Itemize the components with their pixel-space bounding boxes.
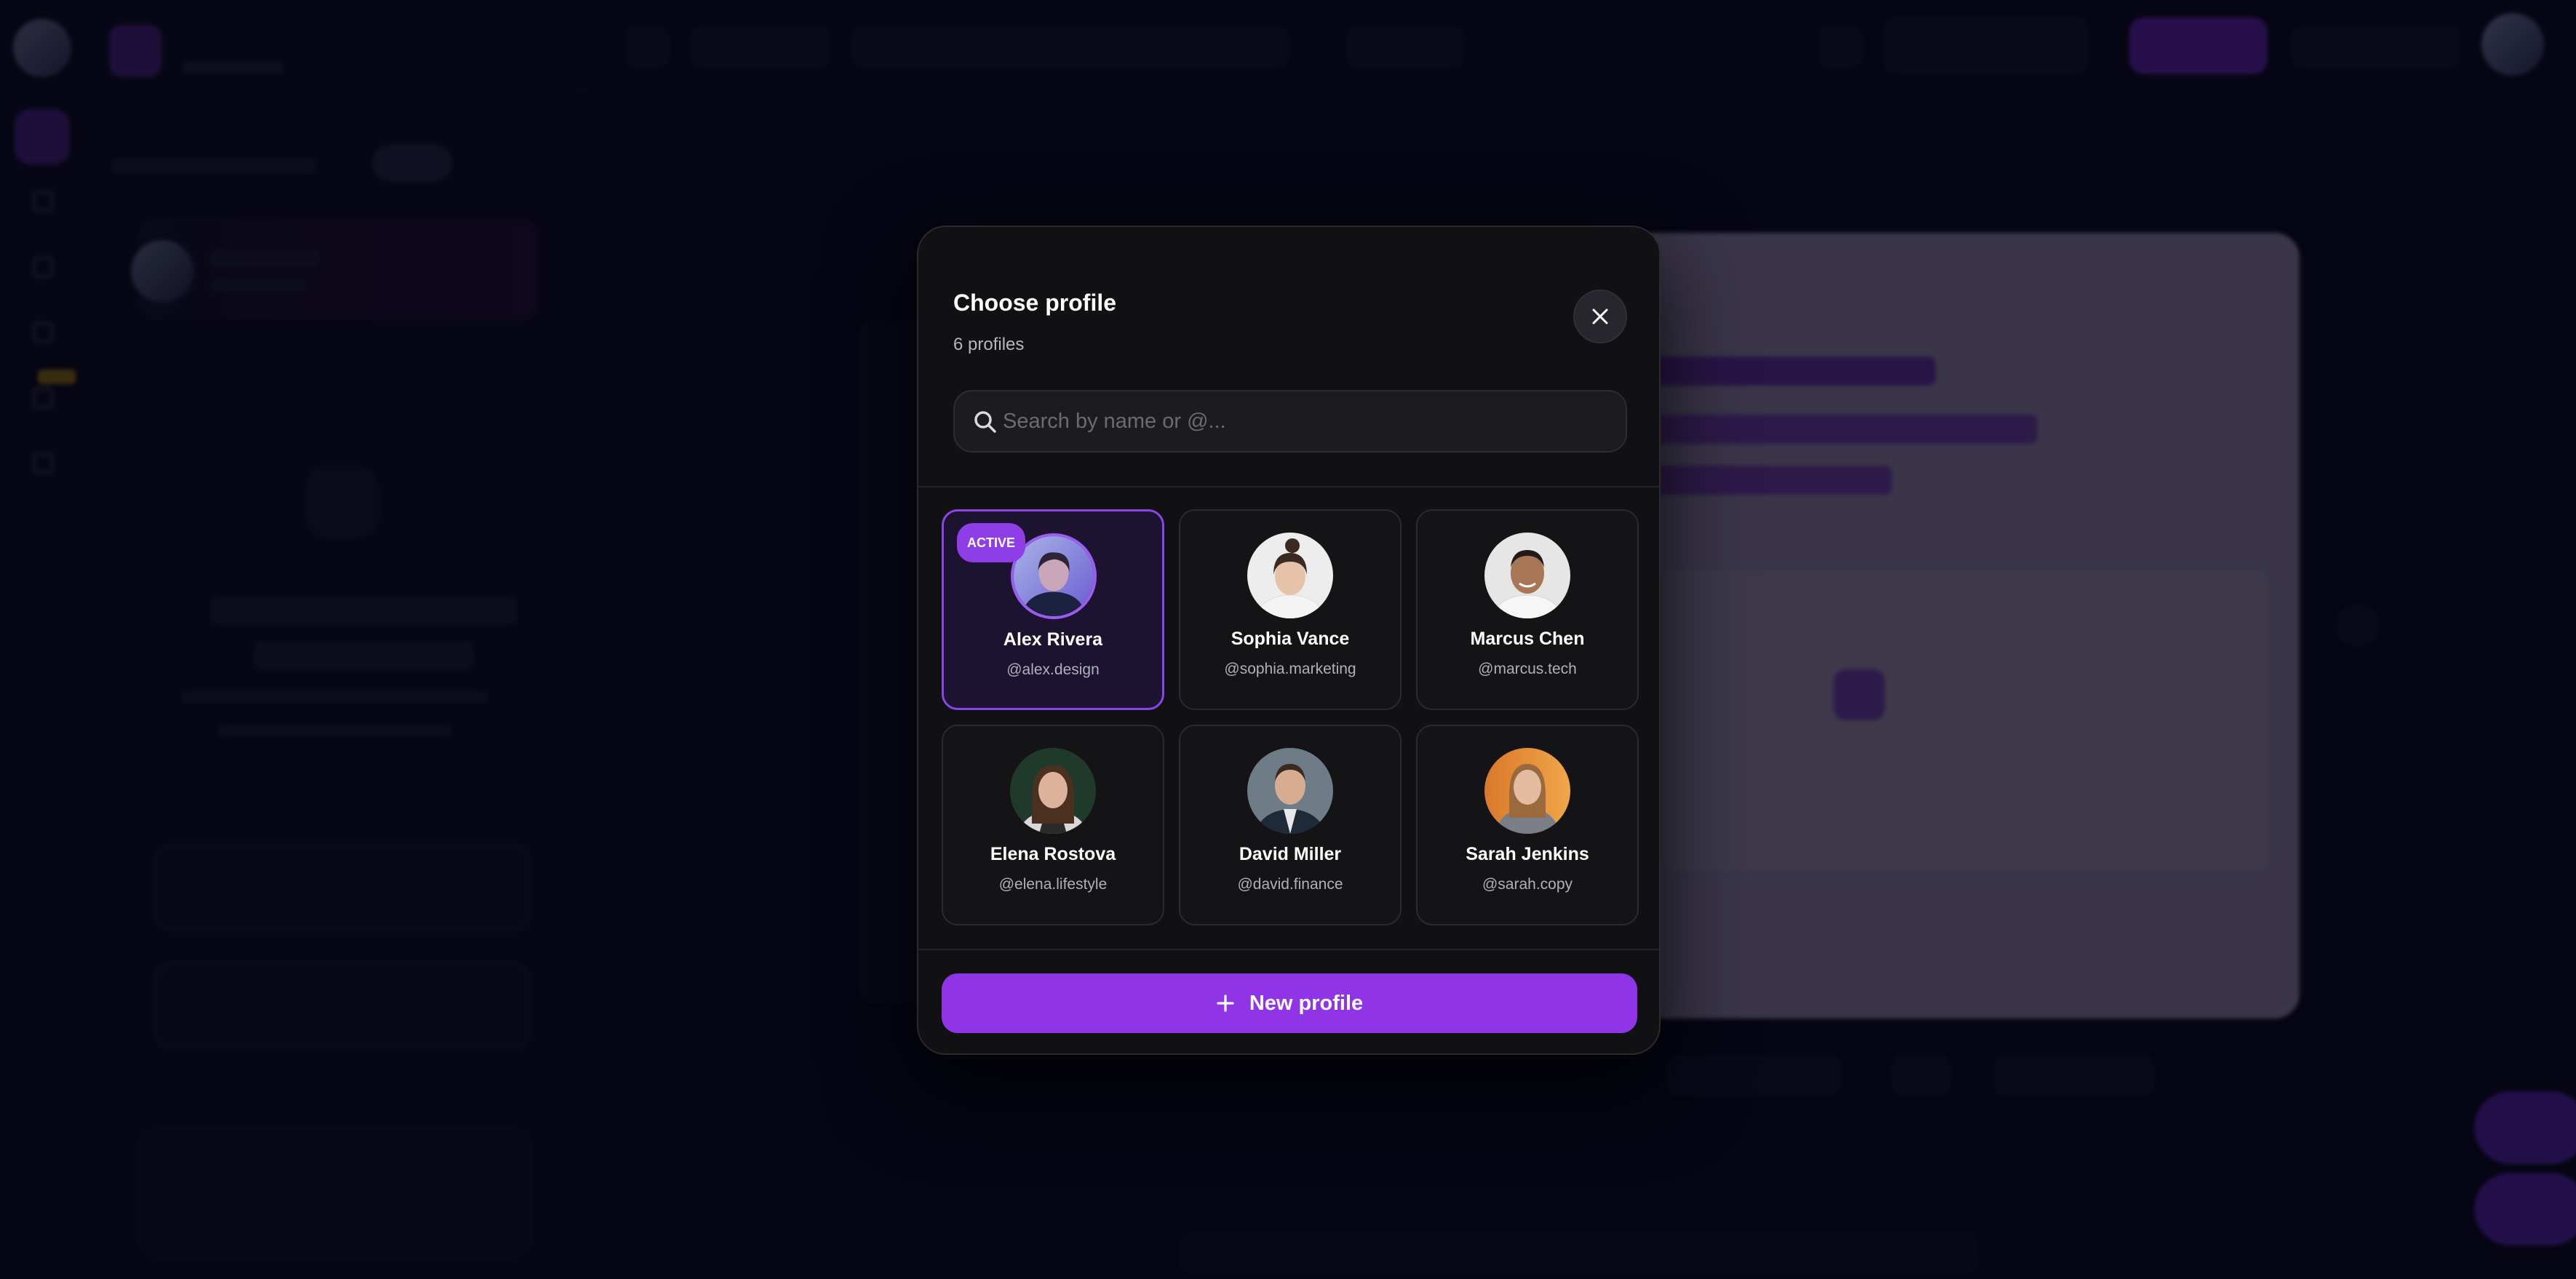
divider	[918, 949, 1659, 950]
profile-handle: @sophia.marketing	[1224, 661, 1356, 677]
profile-name: David Miller	[1239, 844, 1342, 864]
profile-handle: @alex.design	[1006, 661, 1100, 678]
modal-title: Choose profile	[953, 290, 1117, 316]
choose-profile-modal: Choose profile 6 profiles ACTIVE	[917, 226, 1661, 1055]
avatar	[1010, 748, 1096, 834]
profile-card-alex-rivera[interactable]: ACTIVE Alex Rivera @alex.design	[942, 509, 1164, 710]
profile-handle: @sarah.copy	[1482, 876, 1573, 893]
profile-handle: @elena.lifestyle	[998, 876, 1108, 893]
close-icon	[1592, 308, 1608, 324]
close-button[interactable]	[1573, 290, 1627, 343]
profile-card-david-miller[interactable]: David Miller @david.finance	[1179, 725, 1402, 925]
profile-name: Elena Rostova	[990, 844, 1116, 864]
profile-handle: @marcus.tech	[1478, 661, 1577, 677]
new-profile-button[interactable]: New profile	[942, 973, 1637, 1033]
search-icon	[974, 411, 996, 433]
avatar	[1247, 533, 1333, 618]
plus-icon	[1217, 995, 1234, 1012]
new-profile-label: New profile	[1249, 991, 1364, 1015]
profile-count: 6 profiles	[953, 335, 1025, 354]
profile-grid: ACTIVE Alex Rivera @alex.design Sophia V…	[942, 509, 1639, 925]
profile-name: Sophia Vance	[1231, 629, 1350, 649]
profile-handle: @david.finance	[1237, 876, 1343, 893]
search-input[interactable]	[1003, 391, 1614, 451]
profile-name: Sarah Jenkins	[1466, 844, 1589, 864]
profile-card-elena-rostova[interactable]: Elena Rostova @elena.lifestyle	[942, 725, 1164, 925]
avatar	[1484, 533, 1570, 618]
profile-card-sophia-vance[interactable]: Sophia Vance @sophia.marketing	[1179, 509, 1402, 710]
avatar	[1247, 748, 1333, 834]
profile-card-marcus-chen[interactable]: Marcus Chen @marcus.tech	[1416, 509, 1639, 710]
search-field[interactable]	[953, 390, 1627, 453]
avatar	[1484, 748, 1570, 834]
divider	[918, 486, 1659, 487]
active-badge: ACTIVE	[957, 523, 1026, 562]
profile-name: Alex Rivera	[1003, 629, 1103, 650]
profile-name: Marcus Chen	[1470, 629, 1585, 649]
profile-card-sarah-jenkins[interactable]: Sarah Jenkins @sarah.copy	[1416, 725, 1639, 925]
